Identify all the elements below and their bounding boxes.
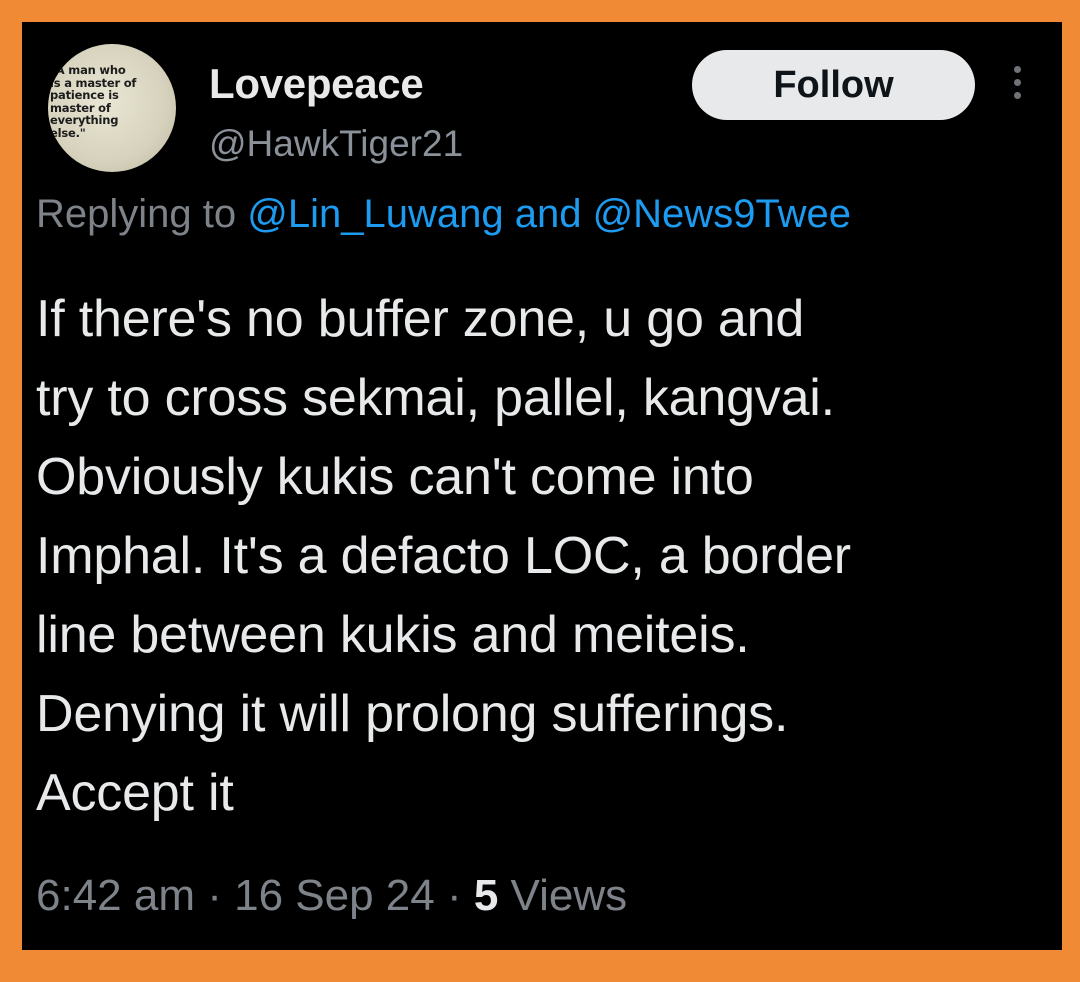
avatar[interactable]: "A man who is a master of patience is ma… [48, 44, 176, 172]
more-vertical-icon[interactable] [1010, 66, 1024, 106]
tweet-card: "A man who is a master of patience is ma… [22, 22, 1062, 950]
dot [1013, 92, 1021, 99]
mention-link-1[interactable]: @Lin_Luwang [247, 192, 503, 236]
tweet-body-line: try to cross sekmai, pallel, kangvai. [36, 369, 835, 427]
tweet-body-line: Obviously kukis can't come into [36, 448, 754, 506]
meta-separator: · [434, 871, 474, 920]
replying-to: Replying to @Lin_Luwang and @News9Twee [36, 190, 1062, 238]
dot [1013, 79, 1021, 86]
tweet-body-line: Accept it [36, 764, 234, 822]
replying-conjunction: and [503, 192, 593, 236]
views-label[interactable]: Views [498, 871, 628, 920]
replying-prefix: Replying to [36, 192, 248, 236]
tweet-meta: 6:42 am · 16 Sep 24 · 5 Views [36, 870, 627, 922]
tweet-date[interactable]: 16 Sep 24 [234, 871, 435, 920]
meta-separator: · [194, 871, 235, 920]
user-handle[interactable]: @HawkTiger21 [209, 122, 463, 166]
tweet-time[interactable]: 6:42 am [36, 871, 195, 920]
views-count[interactable]: 5 [474, 871, 498, 920]
tweet-body: If there's no buffer zone, u go and try … [36, 280, 1056, 833]
tweet-body-line: If there's no buffer zone, u go and [36, 290, 805, 348]
mention-link-2[interactable]: @News9Twee [593, 192, 851, 236]
tweet-body-line: line between kukis and meiteis. [36, 606, 750, 664]
tweet-body-line: Denying it will prolong sufferings. [36, 685, 789, 743]
display-name[interactable]: Lovepeace [209, 60, 424, 108]
orange-frame: "A man who is a master of patience is ma… [0, 0, 1080, 982]
follow-button[interactable]: Follow [692, 50, 975, 120]
tweet-body-line: Imphal. It's a defacto LOC, a border [36, 527, 851, 585]
avatar-quote-text: "A man who is a master of patience is ma… [50, 63, 137, 140]
dot [1013, 66, 1021, 73]
